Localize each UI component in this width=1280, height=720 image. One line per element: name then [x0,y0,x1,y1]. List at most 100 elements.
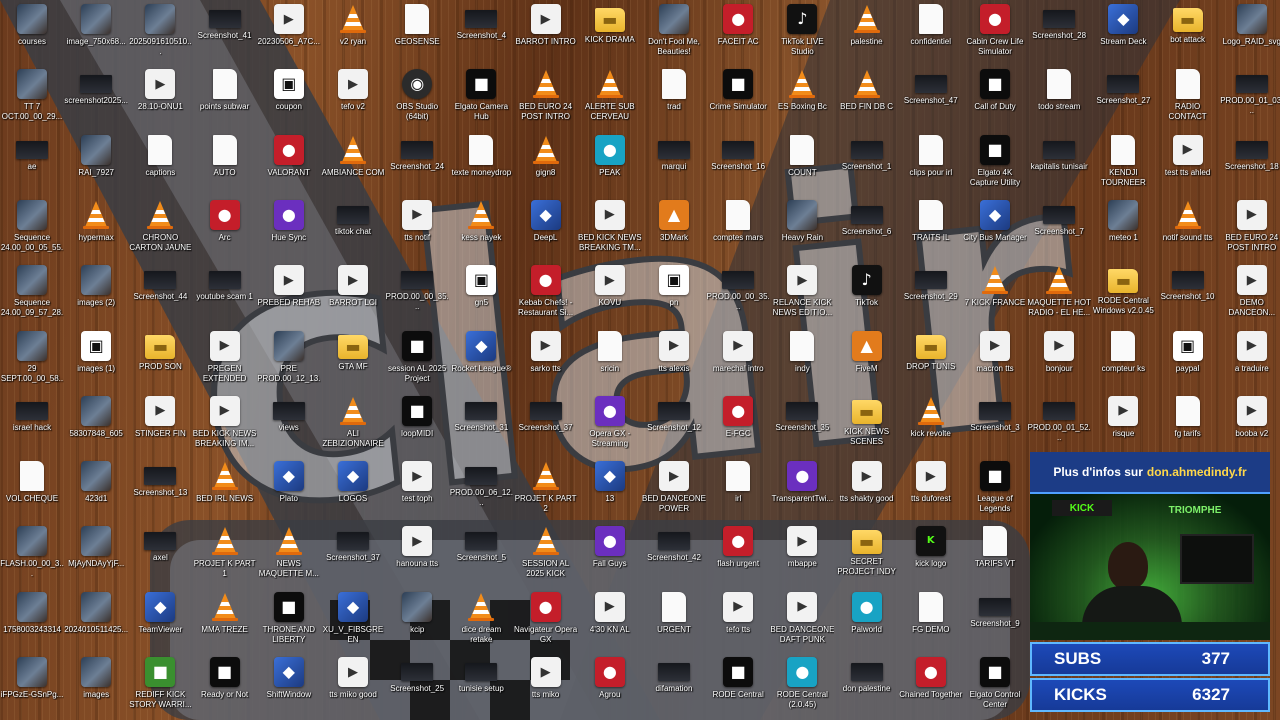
desktop-icon[interactable]: iFPGzE-GSnPg... [0,657,64,719]
desktop-icon[interactable]: Screenshot_6 [835,200,899,262]
desktop-icon[interactable]: PROD.00_01_52... [1027,396,1091,458]
desktop-icon[interactable]: Screenshot_18 [1220,135,1280,197]
desktop-icon[interactable]: ▶ BED DANCEONE POWER [642,461,706,523]
desktop-icon[interactable]: BED IRL NEWS [193,461,257,523]
desktop-icon[interactable]: ▶ test tts ahled [1156,134,1220,197]
desktop-icon[interactable]: ▶ tts miko [514,657,578,719]
desktop-icon[interactable]: CHRONO CARTON JAUNE [128,200,192,262]
desktop-icon[interactable]: ● flash urgent [706,526,770,588]
desktop-icon[interactable]: ▶ test toph [385,461,449,523]
desktop-icon[interactable]: ▶ BED DANCEONE DAFT PUNK [770,591,834,654]
desktop-icon[interactable]: ● RODE Central (2.0.45) [770,657,834,719]
desktop-icon[interactable]: 423d1 [64,461,128,523]
desktop-icon[interactable]: ▶ booba v2 [1220,395,1280,458]
desktop-icon[interactable]: sricin [578,330,642,393]
desktop-icon[interactable]: 2025091610510... [128,4,192,66]
desktop-icon[interactable]: ▶ tts notif [385,199,449,262]
desktop-icon[interactable]: Screenshot_44 [128,265,192,327]
desktop-icon[interactable]: ■ Elgato Camera Hub [449,69,513,131]
desktop-icon[interactable]: ■ loopMIDI [385,395,449,458]
desktop-icon[interactable]: ■ League of Legends [963,461,1027,523]
desktop-icon[interactable]: marqui [642,135,706,197]
desktop-icon[interactable]: israel hack [0,396,64,458]
desktop-icon[interactable]: Screenshot_13 [128,461,192,523]
desktop-icon[interactable]: Screenshot_47 [899,69,963,131]
desktop-icon[interactable]: ▬ PROD SON [128,331,192,393]
desktop-icon[interactable]: ▬ bot attack [1156,4,1220,66]
desktop-icon[interactable]: ■ Ready or Not [193,657,257,719]
desktop-icon[interactable]: ▶ marechal intro [706,330,770,393]
desktop-icon[interactable]: RAI_7927 [64,134,128,197]
desktop-icon[interactable]: 58307848_605 [64,395,128,458]
desktop-icon[interactable]: Heavy Rain [770,199,834,262]
desktop-icon[interactable]: ▶ risque [1091,395,1155,458]
desktop-icon[interactable]: Screenshot_9 [963,592,1027,654]
desktop-icon[interactable]: fg tarifs [1156,395,1220,458]
desktop-icon[interactable]: ▶ 20230506_A7C... [257,4,321,66]
desktop-icon[interactable]: ▶ tts miko good [321,657,385,719]
desktop-icon[interactable]: ▶ BED EURO 24 POST INTRO [1220,199,1280,262]
desktop-icon[interactable]: 29 SEPT.00_00_58... [0,330,64,393]
desktop-icon[interactable]: tiktok chat [321,200,385,262]
desktop-icon[interactable]: ■ Elgato Control Center [963,657,1027,719]
desktop-icon[interactable]: compteur ks [1091,330,1155,393]
desktop-icon[interactable]: kapitalis tunisair [1027,135,1091,197]
desktop-icon[interactable]: ● TransparentTwi... [770,461,834,523]
desktop-icon[interactable]: ▶ PREGEN EXTENDED [193,330,257,393]
desktop-icon[interactable]: ● Navigateur Opera GX [514,591,578,654]
desktop-icon[interactable]: NEWS MAQUETTE M... [257,526,321,588]
desktop-icon[interactable]: ◆ Plato [257,461,321,523]
desktop-icon[interactable]: ▲ FiveM [835,330,899,393]
desktop-icon[interactable]: Screenshot_16 [706,135,770,197]
desktop-icon[interactable]: tunisie setup [449,657,513,719]
desktop-icon[interactable]: ▬ GTA MF [321,331,385,393]
desktop-icon[interactable]: ♪ TikTok [835,265,899,327]
desktop-icon[interactable]: Screenshot_12 [642,396,706,458]
desktop-icon[interactable]: MAQUETTE HOT RADIO - EL HE... [1027,265,1091,327]
desktop-icon[interactable]: Kkick logo [899,526,963,588]
desktop-icon[interactable]: ▶ BARROT LCI [321,265,385,327]
desktop-icon[interactable]: ae [0,135,64,197]
desktop-icon[interactable]: PROD.00_06_12... [449,461,513,523]
desktop-icon[interactable]: ● Arc [193,199,257,262]
desktop-icon[interactable]: notif sound tts [1156,200,1220,262]
desktop-icon[interactable]: ▣ gn5 [449,265,513,327]
desktop-icon[interactable]: PRE PROD.00_12_13... [257,330,321,393]
desktop-icon[interactable]: screenshot2025... [64,69,128,131]
desktop-icon[interactable]: hypermax [64,200,128,262]
desktop-icon[interactable]: MMA TREZE [193,592,257,654]
desktop-icon[interactable]: Logo_RAID_svg [1220,4,1280,66]
desktop-icon[interactable]: difamation [642,657,706,719]
desktop-icon[interactable]: ▶ tefo tts [706,591,770,654]
desktop-icon[interactable]: ▶ BED KICK NEWS BREAKING IM... [193,395,257,458]
desktop-icon[interactable]: Screenshot_24 [385,135,449,197]
desktop-icon[interactable]: Screenshot_4 [449,4,513,66]
desktop-icon[interactable]: ▣ pn [642,265,706,327]
desktop-icon[interactable]: todo stream [1027,69,1091,131]
desktop-icon[interactable]: ▶ mbappe [770,526,834,588]
desktop-icon[interactable]: ▶ KOVU [578,265,642,327]
desktop-icon[interactable]: ▬ DROP TUNIS [899,331,963,393]
desktop-icon[interactable]: ▬SECRET PROJECT INDY CORP [835,526,899,588]
desktop-icon[interactable]: VOL CHEQUE [0,461,64,523]
desktop-icon[interactable]: 7 KICK FRANCE [963,265,1027,327]
desktop-icon[interactable]: ▶ tts alexis [642,330,706,393]
desktop-icon[interactable]: 2024010511425... [64,591,128,654]
desktop-icon[interactable]: ▬ KICK DRAMA [578,4,642,66]
desktop-icon[interactable]: COUNT [770,134,834,197]
desktop-icon[interactable]: ▶ tts duforest [899,461,963,523]
desktop-icon[interactable]: ▣ paypal [1156,330,1220,393]
desktop-icon[interactable]: ● FACEIT AC [706,4,770,66]
desktop-icon[interactable]: ▶ DEMO DANCEON... [1220,265,1280,327]
desktop-icon[interactable]: PROD.00_00_35... [706,265,770,327]
desktop-icon[interactable]: ▶ 28.10-ONU1 [128,69,192,131]
desktop-icon[interactable]: SESSION AL 2025 KICK AHMED [514,526,578,588]
desktop-icon[interactable]: Screenshot_37 [514,396,578,458]
desktop-icon[interactable]: Screenshot_27 [1091,69,1155,131]
desktop-icon[interactable]: ▲ 3DMark [642,199,706,262]
desktop-icon[interactable]: Screenshot_41 [193,4,257,66]
desktop-icon[interactable]: ● PEAK [578,134,642,197]
desktop-icon[interactable]: ▶ macron tts [963,330,1027,393]
desktop-icon[interactable]: youtube scam 1 [193,265,257,327]
desktop-icon[interactable]: kcip [385,591,449,654]
